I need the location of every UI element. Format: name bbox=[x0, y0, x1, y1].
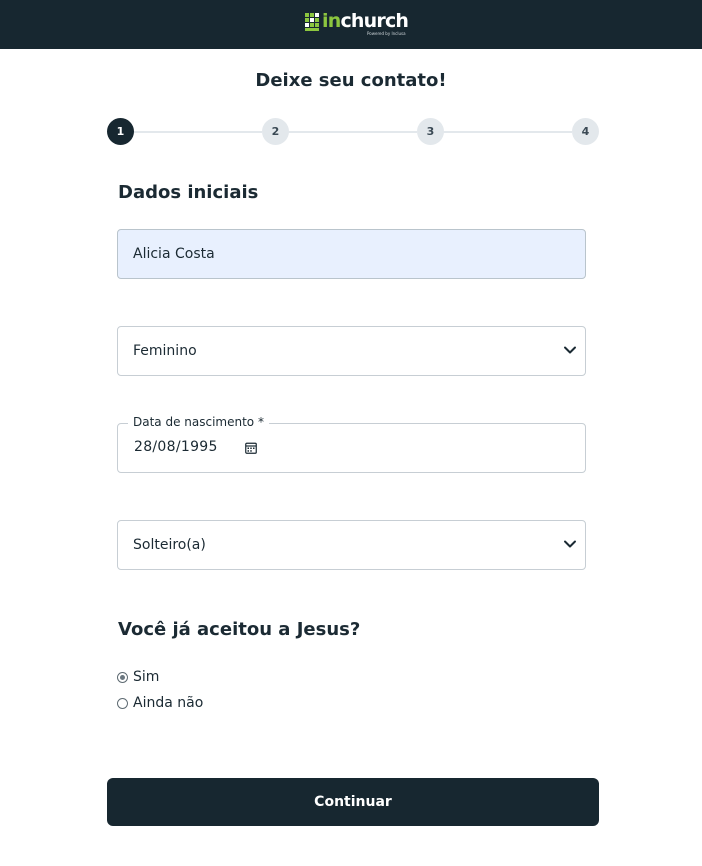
step-2: 2 bbox=[262, 118, 289, 145]
name-input[interactable]: Alicia Costa bbox=[117, 229, 586, 279]
chevron-down-icon bbox=[564, 540, 576, 548]
gender-value: Feminino bbox=[133, 343, 197, 359]
gender-select[interactable]: Feminino bbox=[117, 326, 586, 376]
radio-button[interactable] bbox=[117, 697, 128, 709]
birthdate-label: Data de nascimento * bbox=[128, 414, 269, 430]
radio-button[interactable] bbox=[117, 671, 128, 683]
step-4: 4 bbox=[572, 118, 599, 145]
section-title: Dados iniciais bbox=[118, 182, 259, 203]
calendar-icon[interactable] bbox=[245, 442, 257, 454]
marital-status-select[interactable]: Solteiro(a) bbox=[117, 520, 586, 570]
step-1: 1 bbox=[107, 118, 134, 145]
chevron-down-icon bbox=[564, 346, 576, 354]
step-connector bbox=[133, 131, 262, 133]
step-3: 3 bbox=[417, 118, 444, 145]
radio-label[interactable]: Ainda não bbox=[133, 693, 203, 713]
radio-label[interactable]: Sim bbox=[133, 667, 159, 687]
birthdate-field[interactable]: Data de nascimento * 28/08/1995 bbox=[117, 414, 586, 473]
step-connector bbox=[288, 131, 417, 133]
step-connector bbox=[443, 131, 572, 133]
jesus-question: Você já aceitou a Jesus? bbox=[118, 619, 361, 640]
continue-button[interactable]: Continuar bbox=[107, 778, 599, 826]
progress-stepper: 1 2 3 4 bbox=[0, 0, 702, 160]
marital-status-value: Solteiro(a) bbox=[133, 537, 206, 553]
radio-option-ainda-nao[interactable]: Ainda não bbox=[117, 693, 203, 713]
birthdate-value: 28/08/1995 bbox=[134, 439, 218, 455]
radio-option-sim[interactable]: Sim bbox=[117, 667, 159, 687]
name-value: Alicia Costa bbox=[133, 246, 215, 262]
